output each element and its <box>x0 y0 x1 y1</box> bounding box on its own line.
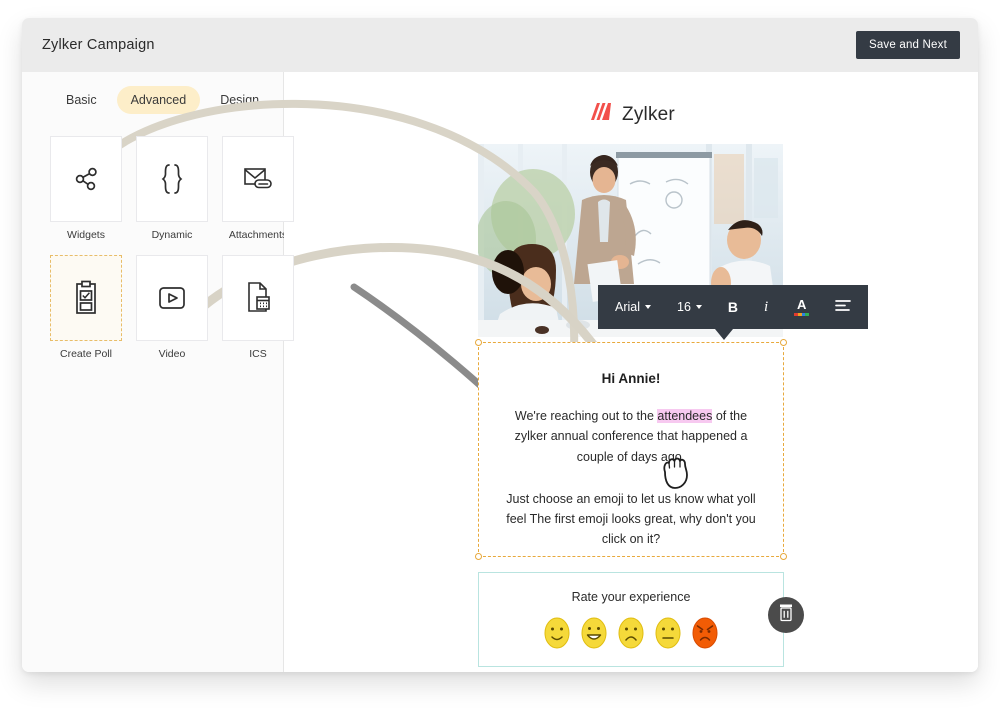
email-text-block[interactable]: Hi Annie! We're reaching out to the atte… <box>475 339 787 560</box>
highlighted-word: attendees <box>657 409 713 423</box>
resize-handle-top-right[interactable] <box>780 339 787 346</box>
left-panel: Basic Advanced Design Widgets Dynamic At… <box>22 72 294 672</box>
widget-label-dynamic: Dynamic <box>151 229 193 241</box>
color-swatch-bar <box>794 313 810 316</box>
font-size-dropdown[interactable]: 16 <box>664 285 715 329</box>
curly-braces-icon <box>156 162 188 196</box>
widget-tile-widgets[interactable] <box>50 136 122 222</box>
resize-handle-top-left[interactable] <box>475 339 482 346</box>
brand-header: Zylker <box>284 100 978 129</box>
widget-label-ics: ICS <box>249 348 267 360</box>
poll-title: Rate your experience <box>571 590 691 604</box>
email-paragraph-1: We're reaching out to the attendees of t… <box>495 406 767 467</box>
widget-label-attachments: Attachments <box>228 229 288 241</box>
widget-grid: Widgets Dynamic Attachments Create Poll … <box>22 114 294 374</box>
resize-handle-bottom-right[interactable] <box>780 553 787 560</box>
tab-bar: Basic Advanced Design <box>22 72 283 114</box>
resize-handle-bottom-left[interactable] <box>475 553 482 560</box>
delete-widget-button[interactable] <box>768 597 804 633</box>
trash-icon <box>778 603 794 627</box>
para1-before: We're reaching out to the <box>514 409 658 423</box>
widget-label-video: Video <box>158 348 186 360</box>
widget-cell-video: Video <box>136 255 208 374</box>
zylker-logo-icon <box>587 100 613 129</box>
poll-widget[interactable]: Rate your experience <box>478 572 784 667</box>
mail-attachment-icon <box>241 164 275 194</box>
calendar-document-icon <box>243 281 273 315</box>
widget-cell-create-poll: Create Poll <box>50 255 122 374</box>
frown-emoji[interactable] <box>617 616 645 650</box>
widget-tile-attachments[interactable] <box>222 136 294 222</box>
slight-smile-emoji[interactable] <box>543 616 571 650</box>
grin-emoji[interactable] <box>580 616 608 650</box>
brand-name: Zylker <box>622 103 675 125</box>
body-area: Basic Advanced Design Widgets Dynamic At… <box>22 72 978 672</box>
font-family-value: Arial <box>615 300 641 314</box>
emoji-row <box>479 616 783 650</box>
widget-label-create-poll: Create Poll <box>60 348 112 360</box>
angry-emoji[interactable] <box>691 616 719 650</box>
toolbar-pointer <box>715 329 733 340</box>
font-size-value: 16 <box>677 300 691 314</box>
save-and-next-button[interactable]: Save and Next <box>855 31 960 59</box>
email-greeting: Hi Annie! <box>601 371 661 386</box>
font-family-dropdown[interactable]: Arial <box>602 285 664 329</box>
email-paragraph-2: Just choose an emoji to let us know what… <box>506 491 756 547</box>
tab-basic[interactable]: Basic <box>52 86 111 114</box>
widget-cell-dynamic: Dynamic <box>136 136 208 255</box>
italic-button[interactable]: i <box>751 285 781 329</box>
email-canvas: Zylker Arial 16 B i A Hi Annie! We're re… <box>95 72 978 672</box>
align-left-icon <box>835 299 852 315</box>
chevron-down-icon <box>645 305 652 309</box>
app-window: Zylker Campaign Save and Next Basic Adva… <box>22 18 978 672</box>
tab-design[interactable]: Design <box>206 86 273 114</box>
widget-tile-video[interactable] <box>136 255 208 341</box>
page-title: Zylker Campaign <box>42 37 155 53</box>
align-left-button[interactable] <box>822 285 864 329</box>
tab-advanced[interactable]: Advanced <box>116 86 201 114</box>
chevron-down-icon <box>695 305 702 309</box>
text-color-button[interactable]: A <box>781 285 822 329</box>
header-bar: Zylker Campaign Save and Next <box>22 18 978 72</box>
widget-tile-ics[interactable] <box>222 255 294 341</box>
widget-tile-create-poll[interactable] <box>50 255 122 341</box>
clipboard-poll-icon <box>72 280 100 316</box>
format-toolbar[interactable]: Arial 16 B i A <box>598 285 869 329</box>
video-play-icon <box>156 282 188 314</box>
widget-tile-dynamic[interactable] <box>136 136 208 222</box>
text-color-letter: A <box>797 297 807 312</box>
widget-cell-widgets: Widgets <box>50 136 122 255</box>
bold-button[interactable]: B <box>715 285 751 329</box>
text-color-icon: A <box>794 297 810 316</box>
neutral-emoji[interactable] <box>654 616 682 650</box>
widget-label-widgets: Widgets <box>67 229 105 241</box>
share-nodes-icon <box>71 164 101 194</box>
